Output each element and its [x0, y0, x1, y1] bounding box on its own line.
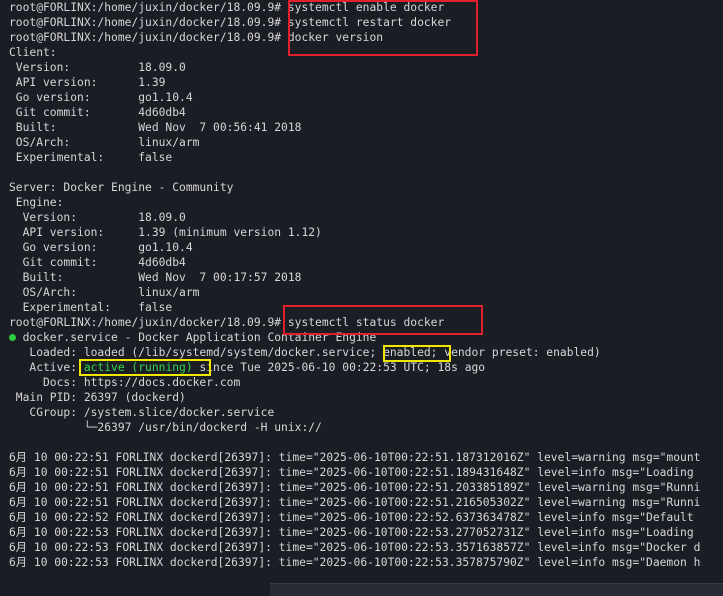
- service-loaded: Loaded: loaded (/lib/systemd/system/dock…: [9, 346, 601, 359]
- engine-git-commit: Git commit: 4d60db4: [9, 256, 186, 269]
- service-active: Active: active (running) since Tue 2025-…: [9, 361, 486, 374]
- client-header: Client:: [9, 46, 57, 59]
- log-line: 6月 10 00:22:51 FORLINX dockerd[26397]: t…: [9, 451, 701, 464]
- log-line: 6月 10 00:22:52 FORLINX dockerd[26397]: t…: [9, 511, 694, 524]
- server-header: Server: Docker Engine - Community: [9, 181, 234, 194]
- client-go-version: Go version: go1.10.4: [9, 91, 193, 104]
- prompt-restart-docker: root@FORLINX:/home/juxin/docker/18.09.9#…: [9, 16, 452, 29]
- service-cgroup-process: └─26397 /usr/bin/dockerd -H unix://: [9, 421, 322, 434]
- log-line: 6月 10 00:22:51 FORLINX dockerd[26397]: t…: [9, 496, 701, 509]
- engine-api-version: API version: 1.39 (minimum version 1.12): [9, 226, 322, 239]
- prompt-status-docker: root@FORLINX:/home/juxin/docker/18.09.9#…: [9, 316, 445, 329]
- client-built: Built: Wed Nov 7 00:56:41 2018: [9, 121, 302, 134]
- client-experimental: Experimental: false: [9, 151, 173, 164]
- client-os-arch: OS/Arch: linux/arm: [9, 136, 200, 149]
- service-description: docker.service - Docker Application Cont…: [9, 331, 377, 344]
- service-cgroup: CGroup: /system.slice/docker.service: [9, 406, 275, 419]
- bottom-input-strip[interactable]: [270, 583, 723, 596]
- engine-experimental: Experimental: false: [9, 301, 173, 314]
- client-api-version: API version: 1.39: [9, 76, 166, 89]
- log-line: 6月 10 00:22:51 FORLINX dockerd[26397]: t…: [9, 466, 694, 479]
- active-running-status: active (running): [83, 361, 193, 374]
- service-docs: Docs: https://docs.docker.com: [9, 376, 241, 389]
- log-line: 6月 10 00:22:51 FORLINX dockerd[26397]: t…: [9, 481, 701, 494]
- engine-built: Built: Wed Nov 7 00:17:57 2018: [9, 271, 302, 284]
- prompt-enable-docker: root@FORLINX:/home/juxin/docker/18.09.9#…: [9, 1, 445, 14]
- engine-os-arch: OS/Arch: linux/arm: [9, 286, 200, 299]
- client-version: Version: 18.09.0: [9, 61, 186, 74]
- service-main-pid: Main PID: 26397 (dockerd): [9, 391, 186, 404]
- engine-header: Engine:: [9, 196, 64, 209]
- terminal-window[interactable]: root@FORLINX:/home/juxin/docker/18.09.9#…: [0, 0, 723, 596]
- engine-version: Version: 18.09.0: [9, 211, 186, 224]
- engine-go-version: Go version: go1.10.4: [9, 241, 193, 254]
- prompt-docker-version: root@FORLINX:/home/juxin/docker/18.09.9#…: [9, 31, 384, 44]
- log-line: 6月 10 00:22:53 FORLINX dockerd[26397]: t…: [9, 526, 694, 539]
- log-line: 6月 10 00:22:53 FORLINX dockerd[26397]: t…: [9, 541, 701, 554]
- log-line: 6月 10 00:22:53 FORLINX dockerd[26397]: t…: [9, 556, 701, 569]
- client-git-commit: Git commit: 4d60db4: [9, 106, 186, 119]
